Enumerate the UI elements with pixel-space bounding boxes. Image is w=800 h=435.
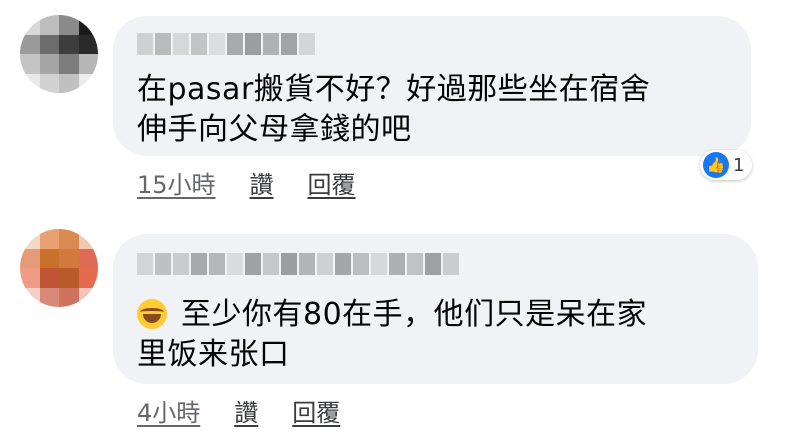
comment-text-line-content: 至少你有80在手，他们只是呆在家 (181, 297, 648, 332)
commenter-name-blurred[interactable] (137, 33, 315, 55)
comment-text-line: 在pasar搬貨不好？好過那些坐在宿舍 (137, 72, 651, 107)
comment-item: 至少你有80在手，他们只是呆在家 里饭来张口 4小時 讚 回覆 (0, 215, 800, 435)
timestamp-link[interactable]: 15小時 (137, 165, 216, 200)
comment-text-line: 至少你有80在手，他们只是呆在家 (137, 295, 647, 335)
comment-text-line: 里饭来张口 (137, 337, 290, 372)
comment-actions: 4小時 讚 回覆 (137, 393, 340, 428)
tears-of-joy-emoji (137, 299, 167, 329)
commenter-name-blurred[interactable] (137, 253, 459, 275)
reply-button[interactable]: 回覆 (292, 393, 340, 428)
like-button[interactable]: 讚 (250, 165, 274, 200)
reaction-count: 1 (733, 154, 745, 176)
comment-text: 在pasar搬貨不好？好過那些坐在宿舍 伸手向父母拿錢的吧 (137, 70, 650, 150)
avatar[interactable] (20, 229, 98, 307)
comment-text-line: 伸手向父母拿錢的吧 (137, 112, 412, 147)
timestamp-link[interactable]: 4小時 (137, 393, 200, 428)
reaction-summary[interactable]: 👍 1 (700, 150, 753, 180)
like-button[interactable]: 讚 (234, 393, 258, 428)
comment-item: 在pasar搬貨不好？好過那些坐在宿舍 伸手向父母拿錢的吧 👍 1 15小時 讚… (0, 0, 800, 205)
avatar[interactable] (20, 15, 98, 93)
reply-button[interactable]: 回覆 (308, 165, 356, 200)
thumbs-up-icon: 👍 (703, 152, 729, 178)
comment-actions: 15小時 讚 回覆 (137, 165, 356, 200)
comment-text: 至少你有80在手，他们只是呆在家 里饭来张口 (137, 295, 647, 375)
